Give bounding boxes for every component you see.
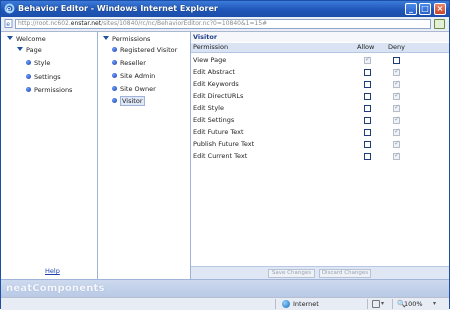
allow-checkbox[interactable] (364, 141, 371, 148)
security-zone: Internet (293, 300, 319, 308)
allow-checkbox[interactable] (364, 81, 371, 88)
tree-page[interactable]: Page (17, 46, 42, 55)
allow-checkbox[interactable] (364, 69, 371, 76)
deny-checkbox: ✓ (393, 115, 400, 124)
editor-content: Welcome Page Style Settings Permissions … (1, 32, 449, 280)
expand-icon (7, 36, 13, 40)
status-divider (275, 299, 276, 309)
role-item-visitor[interactable]: Visitor (112, 96, 145, 106)
maximize-button[interactable]: □ (419, 3, 431, 15)
close-button[interactable]: × (434, 3, 446, 15)
deny-checkbox: ✓ (393, 103, 400, 112)
deny-checkbox: ✓ (393, 127, 400, 136)
refresh-icon[interactable] (434, 19, 445, 29)
col-permission: Permission (193, 43, 229, 51)
permission-row: Edit Settings ✓ (193, 115, 400, 124)
permissions-panel: Visitor Permission Allow Deny View Page … (191, 32, 449, 280)
allow-checkbox[interactable] (364, 153, 371, 160)
permission-row: Edit Future Text ✓ (193, 127, 400, 136)
brand-band: neatComponents (1, 279, 449, 297)
page-icon: e (4, 19, 13, 28)
tree-item-style[interactable]: Style (26, 59, 50, 68)
permission-row: Edit Keywords ✓ (193, 79, 400, 88)
roles-root[interactable]: Permissions (103, 35, 150, 44)
status-bar: Internet ▾ 🔍 100% ▾ (1, 297, 449, 310)
tree-item-permissions[interactable]: Permissions (26, 86, 72, 95)
role-item-registered-visitor[interactable]: Registered Visitor (112, 46, 177, 55)
permission-row: Edit DirectURLs ✓ (193, 91, 400, 100)
chevron-down-icon[interactable]: ▾ (381, 300, 384, 308)
internet-zone-icon (282, 300, 290, 308)
allow-checkbox: ✓ (364, 55, 371, 64)
bullet-icon (26, 87, 31, 92)
permission-row: Edit Style ✓ (193, 103, 400, 112)
status-divider (392, 299, 393, 309)
window-title: Behavior Editor - Windows Internet Explo… (18, 4, 218, 13)
permission-row: View Page ✓ (191, 55, 449, 66)
bullet-icon (112, 98, 117, 103)
allow-checkbox[interactable] (364, 93, 371, 100)
chevron-down-icon[interactable]: ▾ (433, 300, 436, 308)
permission-row: Edit Abstract ✓ (193, 67, 400, 76)
role-heading: Visitor (191, 32, 449, 42)
roles-panel: Permissions Registered Visitor Reseller … (98, 32, 191, 279)
browser-window: e Behavior Editor - Windows Internet Exp… (0, 0, 450, 310)
address-bar: e http://root.nc602.enstar.net/sites/108… (1, 17, 449, 32)
protected-mode-icon[interactable] (372, 300, 380, 308)
bullet-icon (112, 73, 117, 78)
deny-checkbox: ✓ (393, 67, 400, 76)
bullet-icon (112, 86, 117, 91)
expand-icon (103, 36, 109, 40)
permissions-footer: Save Changes Discard Changes (191, 266, 449, 280)
bullet-icon (26, 74, 31, 79)
discard-changes-button[interactable]: Discard Changes (319, 269, 371, 278)
ie-logo-icon: e (4, 3, 15, 14)
svg-text:e: e (7, 5, 12, 14)
role-item-site-admin[interactable]: Site Admin (112, 72, 155, 81)
svg-text:e: e (6, 21, 10, 28)
col-deny: Deny (388, 43, 405, 51)
permission-row: Edit Current Text ✓ (193, 151, 400, 160)
bullet-icon (26, 60, 31, 65)
role-item-reseller[interactable]: Reseller (112, 59, 146, 68)
bullet-icon (112, 60, 117, 65)
brand-label: neatComponents (6, 283, 105, 294)
col-allow: Allow (357, 43, 375, 51)
title-bar: e Behavior Editor - Windows Internet Exp… (1, 1, 449, 17)
tree-root[interactable]: Welcome (7, 35, 46, 44)
deny-checkbox: ✓ (393, 91, 400, 100)
deny-checkbox: ✓ (393, 151, 400, 160)
allow-checkbox[interactable] (364, 105, 371, 112)
permission-row: Publish Future Text ✓ (193, 139, 400, 148)
bullet-icon (112, 47, 117, 52)
allow-checkbox[interactable] (364, 129, 371, 136)
url-field[interactable]: http://root.nc602.enstar.net/sites/10840… (15, 19, 431, 29)
minimize-button[interactable]: _ (405, 3, 417, 15)
permissions-column-header: Permission Allow Deny (191, 43, 449, 53)
deny-checkbox[interactable] (393, 57, 400, 64)
status-divider (367, 299, 368, 309)
page-tree-panel: Welcome Page Style Settings Permissions … (1, 32, 98, 279)
role-item-site-owner[interactable]: Site Owner (112, 85, 156, 94)
help-link[interactable]: Help (45, 267, 60, 275)
deny-checkbox: ✓ (393, 79, 400, 88)
deny-checkbox: ✓ (393, 139, 400, 148)
expand-icon (17, 47, 23, 51)
tree-item-settings[interactable]: Settings (26, 73, 61, 82)
save-changes-button[interactable]: Save Changes (268, 269, 315, 278)
allow-checkbox[interactable] (364, 117, 371, 124)
zoom-level[interactable]: 100% (404, 299, 423, 309)
